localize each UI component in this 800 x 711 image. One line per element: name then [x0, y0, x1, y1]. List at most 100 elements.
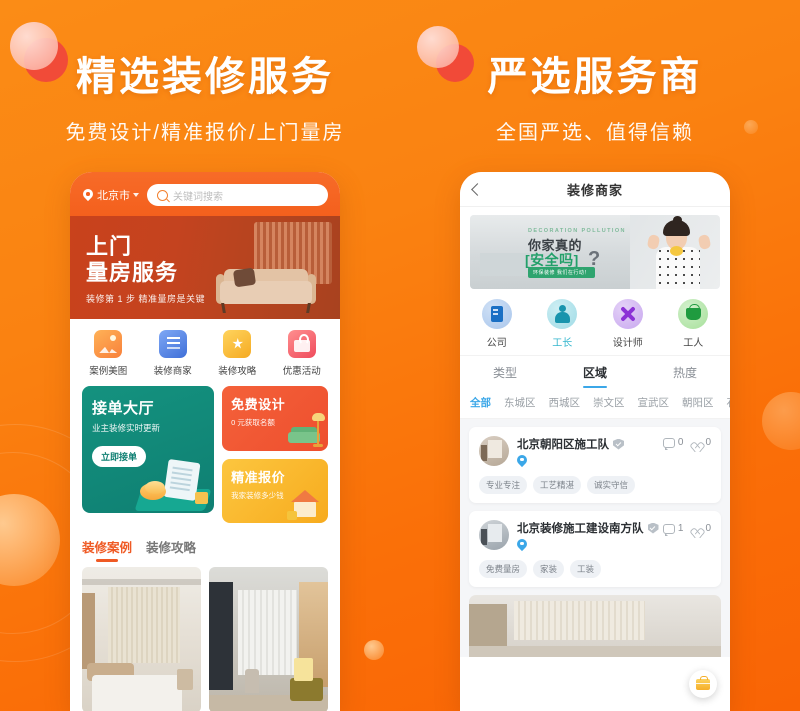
measure-service-banner[interactable]: 上门 量房服务 装修第 1 步 精准量房是关键 — [70, 216, 340, 319]
lamp-illustration-icon — [311, 412, 325, 447]
phone-mockup-left: 北京市 关键词搜索 上门 量房服务 装修第 1 步 精准量房是关键 案例美图 装… — [70, 172, 340, 711]
chevron-left-icon[interactable] — [471, 182, 484, 196]
merchant-list-item[interactable]: 北京朝阳区施工队 0 0 专业专注 工艺精湛 诚实守信 — [469, 427, 721, 503]
promo-card-row: 接单大厅 业主装修实时更新 立即接单 免费设计 0 元获取名额 精准报价 我家装… — [70, 384, 340, 523]
category-foreman[interactable]: 工长 — [530, 299, 596, 349]
merchant-like-stat: 0 — [693, 523, 711, 534]
photo-gallery-icon — [94, 330, 123, 358]
house-illustration-icon — [287, 490, 323, 520]
search-placeholder: 关键词搜索 — [173, 191, 223, 203]
order-hall-card[interactable]: 接单大厅 业主装修实时更新 立即接单 — [82, 386, 215, 513]
filter-tab-popularity[interactable]: 热度 — [640, 364, 730, 388]
like-count: 0 — [705, 437, 711, 448]
toolbox-icon — [696, 675, 710, 690]
filter-tab-row: 类型 区域 热度 — [460, 355, 730, 388]
merchant-avatar — [479, 436, 509, 466]
headline-left-subtitle: 免费设计/精准报价/上门量房 — [65, 122, 345, 144]
heart-icon — [693, 438, 702, 447]
headline-right-title: 严选服务商 — [487, 55, 703, 99]
comment-icon — [662, 437, 675, 450]
case-thumbnail-grid — [70, 563, 340, 711]
merchant-case-photo[interactable] — [469, 595, 721, 657]
city-label: 北京市 — [97, 190, 130, 202]
district-chip[interactable]: 西城区 — [549, 395, 581, 410]
category-worker[interactable]: 工人 — [661, 299, 727, 349]
foreman-icon — [547, 299, 578, 329]
merchant-tag: 家装 — [533, 560, 565, 578]
merchant-tag: 免费量房 — [479, 560, 528, 578]
document-merchant-icon — [158, 330, 187, 358]
location-pin-icon — [517, 455, 527, 468]
tab-decoration-guides[interactable]: 装修攻略 — [146, 537, 196, 563]
chevron-down-icon — [133, 193, 139, 197]
headline-right: 严选服务商 全国严选、值得信赖 — [430, 44, 760, 145]
merchant-tag-row: 免费量房 家装 工装 — [479, 560, 711, 578]
quick-entry-guides[interactable]: 装修攻略 — [205, 330, 270, 377]
content-tabs: 装修案例 装修攻略 — [70, 523, 340, 563]
phone-mockup-right: 装修商家 DECORATION POLLUTION 你家真的 [安全吗] ? 环… — [460, 172, 730, 711]
comment-count: 0 — [677, 437, 684, 448]
merchant-tag: 工艺精湛 — [533, 476, 582, 494]
district-chip[interactable]: 崇文区 — [593, 395, 625, 410]
accurate-quote-title: 精准报价 — [231, 469, 286, 485]
order-hall-illustration — [134, 453, 212, 511]
deco-circle-right — [762, 392, 800, 450]
headline-left: 精选装修服务 免费设计/精准报价/上门量房 — [40, 44, 370, 145]
free-design-title: 免费设计 — [231, 397, 286, 412]
search-input[interactable]: 关键词搜索 — [147, 184, 328, 206]
merchant-tag: 工装 — [570, 560, 602, 578]
case-thumbnail[interactable] — [82, 567, 201, 711]
district-chip-row: 全部 东城区 西城区 崇文区 宣武区 朝阳区 石 — [460, 388, 730, 419]
city-selector[interactable]: 北京市 — [82, 187, 139, 203]
quick-entry-label: 装修商家 — [153, 366, 192, 377]
comment-icon — [662, 523, 675, 536]
case-thumbnail[interactable] — [209, 567, 328, 711]
merchant-avatar — [479, 520, 509, 550]
paint-bucket-icon — [678, 299, 709, 329]
quick-entry-row: 案例美图 装修商家 装修攻略 优惠活动 — [70, 319, 340, 384]
quick-entry-promotions[interactable]: 优惠活动 — [270, 330, 335, 377]
filter-tab-type[interactable]: 类型 — [460, 364, 550, 388]
page-title: 装修商家 — [566, 182, 623, 198]
banner-sofa-illustration — [214, 263, 318, 313]
quick-entry-label: 装修攻略 — [218, 366, 257, 377]
merchant-list: 北京朝阳区施工队 0 0 专业专注 工艺精湛 诚实守信 北京装修施工建设南方队 … — [460, 419, 730, 657]
merchant-name: 北京装修施工建设南方队 — [517, 523, 644, 535]
merchant-tag-row: 专业专注 工艺精湛 诚实守信 — [479, 476, 711, 494]
merchant-comment-stat: 0 — [662, 437, 684, 450]
merchant-list-item[interactable]: 北京装修施工建设南方队 1 0 免费量房 家装 工装 — [469, 511, 721, 587]
banner-subtitle: 装修第 1 步 精准量房是关键 — [86, 294, 206, 305]
free-design-card[interactable]: 免费设计 0 元获取名额 — [222, 386, 328, 451]
comment-count: 1 — [677, 523, 684, 534]
like-count: 0 — [705, 523, 711, 534]
star-ticket-icon — [223, 330, 252, 358]
merchant-comment-stat: 1 — [662, 523, 684, 536]
tab-decoration-cases[interactable]: 装修案例 — [82, 537, 132, 563]
gift-icon — [287, 330, 316, 358]
toolbox-fab-button[interactable] — [689, 670, 717, 698]
district-chip[interactable]: 石 — [727, 395, 731, 410]
verified-badge-icon — [613, 439, 624, 450]
location-pin-icon — [517, 539, 527, 552]
district-chip[interactable]: 朝阳区 — [682, 395, 714, 410]
heart-icon — [693, 524, 702, 533]
banner-person-illustration — [646, 216, 712, 289]
category-designer[interactable]: 设计师 — [595, 299, 661, 349]
right-page-header: 装修商家 — [460, 172, 730, 207]
location-pin-icon — [82, 189, 94, 201]
pollution-ad-banner[interactable]: DECORATION POLLUTION 你家真的 [安全吗] ? 环保装修 我… — [470, 215, 720, 289]
order-hall-title: 接单大厅 — [92, 400, 155, 417]
district-chip[interactable]: 东城区 — [504, 395, 536, 410]
district-chip-all[interactable]: 全部 — [470, 395, 491, 410]
category-company[interactable]: 公司 — [464, 299, 530, 349]
merchant-like-stat: 0 — [693, 437, 711, 448]
filter-tab-area[interactable]: 区域 — [550, 364, 640, 388]
district-chip[interactable]: 宣武区 — [638, 395, 670, 410]
headline-right-subtitle: 全国严选、值得信赖 — [496, 122, 694, 144]
category-label: 设计师 — [612, 338, 643, 349]
accurate-quote-card[interactable]: 精准报价 我家装修多少钱 — [222, 458, 328, 523]
quick-entry-merchants[interactable]: 装修商家 — [141, 330, 206, 377]
merchant-tag: 诚实守信 — [587, 476, 636, 494]
quick-entry-cases[interactable]: 案例美图 — [76, 330, 141, 377]
category-icon-row: 公司 工长 设计师 工人 — [460, 289, 730, 355]
